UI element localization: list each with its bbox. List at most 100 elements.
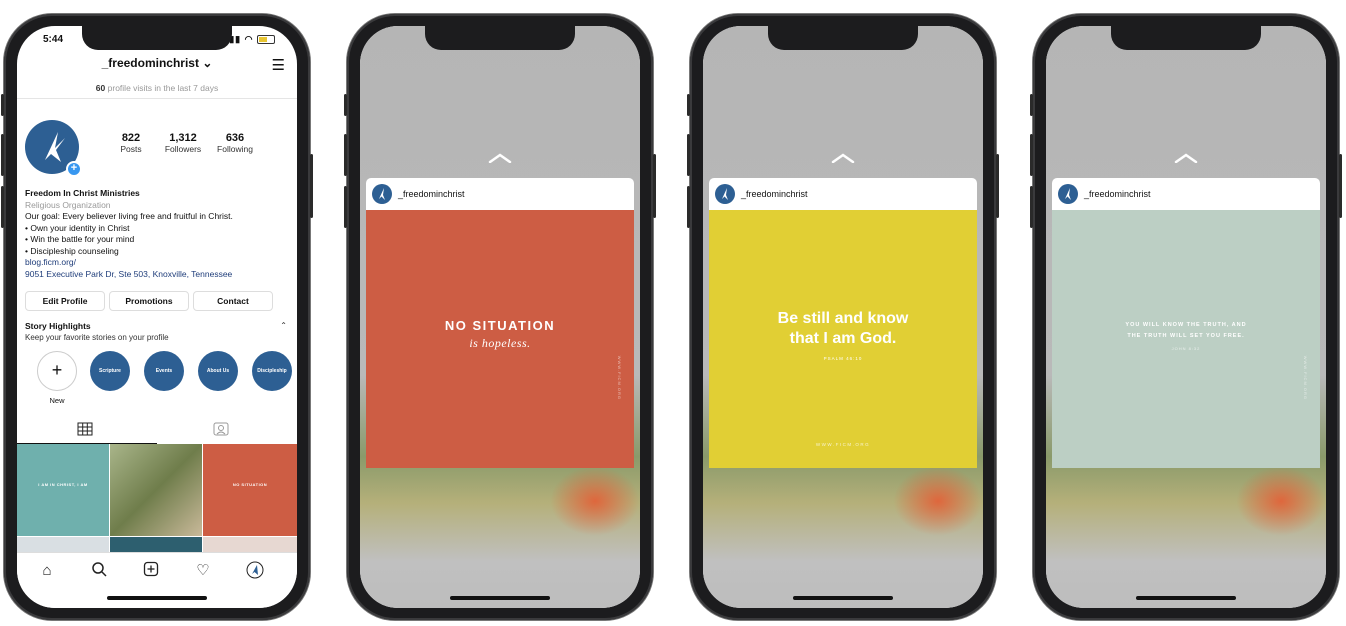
shared-post-username[interactable]: _freedominchrist [1084,189,1151,199]
profile-avatar-icon[interactable] [245,561,265,581]
edit-profile-button[interactable]: Edit Profile [25,291,105,311]
highlight-scripture[interactable]: Scripture [90,351,130,391]
scripture-reference: JOHN 8:32 [1171,346,1201,351]
power-button [653,154,656,218]
swipe-up-chevron-icon[interactable] [1174,153,1198,163]
volume-down-button [687,186,690,228]
power-button [310,154,313,218]
hamburger-menu-icon[interactable]: ☰ [272,56,285,74]
home-indicator [793,596,893,600]
home-indicator [107,596,207,600]
shared-post-username[interactable]: _freedominchrist [741,189,808,199]
profile-address[interactable]: 9051 Executive Park Dr, Ste 503, Knoxvil… [25,269,289,281]
home-indicator [1136,596,1236,600]
highlights-title: Story Highlights [25,321,91,331]
posts-stat[interactable]: 822 Posts [106,132,156,154]
quote-line-2: that I am God. [789,330,897,347]
search-icon[interactable] [89,561,109,581]
grid-view-icon[interactable] [77,422,93,436]
grid-post[interactable]: NO SITUATION [203,444,297,536]
volume-up-button [687,134,690,176]
power-button [1339,154,1342,218]
story-screen: _freedominchrist NO SITUATION is hopeles… [360,26,640,608]
promotions-button[interactable]: Promotions [109,291,189,311]
followers-stat[interactable]: 1,312 Followers [158,132,208,154]
heart-icon[interactable]: ♡ [193,561,213,581]
profile-link[interactable]: blog.ficm.org/ [25,257,289,269]
followers-count: 1,312 [169,132,197,144]
quote-line-1: YOU WILL KNOW THE TRUTH, AND [1125,322,1247,328]
highlight-about-us[interactable]: About Us [198,351,238,391]
quote-line-1: NO SITUATION [444,318,556,333]
volume-up-button [344,134,347,176]
shared-post-username[interactable]: _freedominchrist [398,189,465,199]
shared-post-header: _freedominchrist [366,178,634,210]
post-grid: I AM IN CHRIST, I AM NO SITUATION [17,444,297,567]
mute-switch [344,94,347,116]
shared-post-card[interactable]: _freedominchrist YOU WILL KNOW THE TRUTH… [1052,178,1320,468]
avatar[interactable] [715,184,735,204]
mute-switch [687,94,690,116]
tagged-photos-icon[interactable] [213,422,229,436]
home-indicator [450,596,550,600]
quote-line-2: THE TRUTH WILL SET YOU FREE. [1127,333,1245,339]
new-highlight-button[interactable]: + [37,351,77,391]
wifi-icon: ◠ [244,34,254,44]
highlights-subtitle: Keep your favorite stories on your profi… [25,333,169,342]
add-post-icon[interactable] [141,561,161,581]
battery-icon [257,35,275,45]
website-watermark: WWW.FICM.ORG [617,355,622,400]
avatar[interactable] [1058,184,1078,204]
volume-up-button [1030,134,1033,176]
shared-post-card[interactable]: _freedominchrist Be still and know that … [709,178,977,468]
grid-post[interactable] [110,444,202,536]
shared-post-image: NO SITUATION is hopeless. WWW.FICM.ORG [366,210,634,468]
notch [1111,26,1261,50]
profile-tabs [17,416,297,444]
mute-switch [1,94,4,116]
chevron-down-icon[interactable]: ⌄ [202,56,212,70]
new-highlight-label: New [49,396,65,405]
avatar[interactable] [372,184,392,204]
volume-down-button [1030,186,1033,228]
profile-visits[interactable]: 60 profile visits in the last 7 days [17,83,297,93]
scripture-reference: PSALM 46:10 [823,356,863,361]
add-story-icon[interactable]: + [66,161,82,177]
avatar[interactable]: + [25,120,82,177]
quote-line-2: is hopeless. [469,336,531,350]
divider [17,98,297,99]
grid-post-text: I AM IN CHRIST, I AM [38,482,88,487]
shared-post-header: _freedominchrist [709,178,977,210]
grid-post[interactable]: I AM IN CHRIST, I AM [17,444,109,536]
grid-post-text: NO SITUATION [232,482,268,487]
profile-buttons: Edit Profile Promotions Contact [25,291,289,311]
bio-line: Our goal: Every believer living free and… [25,211,233,221]
visits-text: profile visits in the last 7 days [107,83,219,93]
story-screen: _freedominchrist Be still and know that … [703,26,983,608]
username-title[interactable]: _freedominchrist [102,56,199,70]
bio-line: • Win the battle for your mind [25,234,135,244]
phone-story-2: _freedominchrist Be still and know that … [687,14,999,620]
contact-button[interactable]: Contact [193,291,273,311]
highlight-discipleship[interactable]: Discipleship [252,351,292,391]
collapse-caret-icon[interactable]: ⌃ [280,321,287,330]
visits-count: 60 [95,83,106,93]
mute-switch [1030,94,1033,116]
posts-count: 822 [121,132,141,144]
shared-post-card[interactable]: _freedominchrist NO SITUATION is hopeles… [366,178,634,468]
volume-down-button [344,186,347,228]
notch [425,26,575,50]
following-count: 636 [225,132,245,144]
website-watermark: WWW.FICM.ORG [815,442,871,447]
swipe-up-chevron-icon[interactable] [831,153,855,163]
story-screen: _freedominchrist YOU WILL KNOW THE TRUTH… [1046,26,1326,608]
following-stat[interactable]: 636 Following [210,132,260,154]
volume-up-button [1,134,4,176]
swipe-up-chevron-icon[interactable] [488,153,512,163]
shared-post-header: _freedominchrist [1052,178,1320,210]
quote-line-1: Be still and know [777,310,909,327]
volume-down-button [1,186,4,228]
home-icon[interactable]: ⌂ [37,561,57,581]
highlight-events[interactable]: Events [144,351,184,391]
status-time: 5:44 [43,34,64,45]
